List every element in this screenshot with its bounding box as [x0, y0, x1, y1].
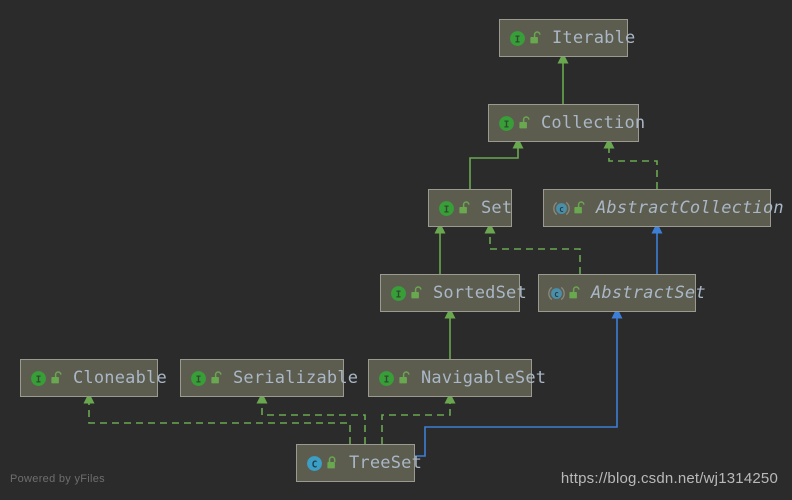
edge-treeset-serializable: [262, 402, 365, 444]
edge-treeset-navigableset: [382, 402, 450, 444]
class-node-abstractcollection[interactable]: CAbstractCollection: [543, 189, 771, 227]
svg-text:I: I: [384, 374, 390, 385]
svg-text:I: I: [515, 34, 521, 45]
class-node-label: Set: [481, 198, 512, 218]
class-node-label: TreeSet: [349, 453, 422, 473]
interface-icon: I: [509, 30, 526, 47]
edge-treeset-cloneable: [89, 402, 350, 444]
class-node-label: Iterable: [552, 28, 635, 48]
unlocked-padlock-icon: [407, 286, 423, 300]
interface-icon: I: [390, 285, 407, 302]
class-node-label: Collection: [541, 113, 645, 133]
unlocked-padlock-icon: [565, 286, 581, 300]
yfiles-watermark: Powered by yFiles: [10, 473, 105, 485]
edge-set-collection: [470, 147, 518, 189]
unlocked-padlock-icon: [515, 116, 531, 130]
class-node-label: Cloneable: [73, 368, 167, 388]
class-node-label: SortedSet: [433, 283, 527, 303]
unlocked-padlock-icon: [207, 371, 223, 385]
class-node-set[interactable]: I Set: [428, 189, 512, 227]
class-icon: C: [306, 455, 323, 472]
unlocked-padlock-icon: [570, 201, 586, 215]
edge-layer: [0, 0, 792, 500]
unlocked-padlock-icon: [395, 371, 411, 385]
svg-text:I: I: [444, 204, 450, 215]
edge-abstractset-set: [490, 232, 580, 274]
unlocked-padlock-icon: [47, 371, 63, 385]
interface-icon: I: [498, 115, 515, 132]
svg-text:C: C: [312, 459, 318, 470]
edge-abstractcollection-collection: [609, 147, 657, 189]
class-node-label: AbstractCollection: [596, 198, 784, 218]
svg-text:I: I: [504, 119, 510, 130]
svg-text:C: C: [554, 289, 558, 298]
abstract-class-icon: C: [553, 200, 570, 217]
class-node-sortedset[interactable]: ISortedSet: [380, 274, 520, 312]
interface-icon: I: [30, 370, 47, 387]
class-node-cloneable[interactable]: ICloneable: [20, 359, 158, 397]
source-url-watermark: https://blog.csdn.net/wj1314250: [561, 470, 778, 487]
class-node-label: AbstractSet: [591, 283, 706, 303]
unlocked-padlock-icon: [526, 31, 542, 45]
class-node-abstractset[interactable]: CAbstractSet: [538, 274, 696, 312]
svg-text:I: I: [396, 289, 402, 300]
unlocked-padlock-icon: [455, 201, 471, 215]
interface-icon: I: [438, 200, 455, 217]
svg-text:I: I: [196, 374, 202, 385]
class-node-label: Serializable: [233, 368, 358, 388]
svg-text:I: I: [36, 374, 42, 385]
interface-icon: I: [378, 370, 395, 387]
class-node-navigableset[interactable]: INavigableSet: [368, 359, 532, 397]
class-node-iterable[interactable]: IIterable: [499, 19, 628, 57]
locked-padlock-icon: [323, 456, 339, 470]
interface-icon: I: [190, 370, 207, 387]
svg-text:C: C: [559, 204, 563, 213]
class-node-serializable[interactable]: ISerializable: [180, 359, 344, 397]
abstract-class-icon: C: [548, 285, 565, 302]
class-node-collection[interactable]: ICollection: [488, 104, 639, 142]
class-node-label: NavigableSet: [421, 368, 546, 388]
class-node-treeset[interactable]: CTreeSet: [296, 444, 415, 482]
uml-class-diagram: IIterableICollectionISetCAbstractCollect…: [0, 0, 792, 500]
